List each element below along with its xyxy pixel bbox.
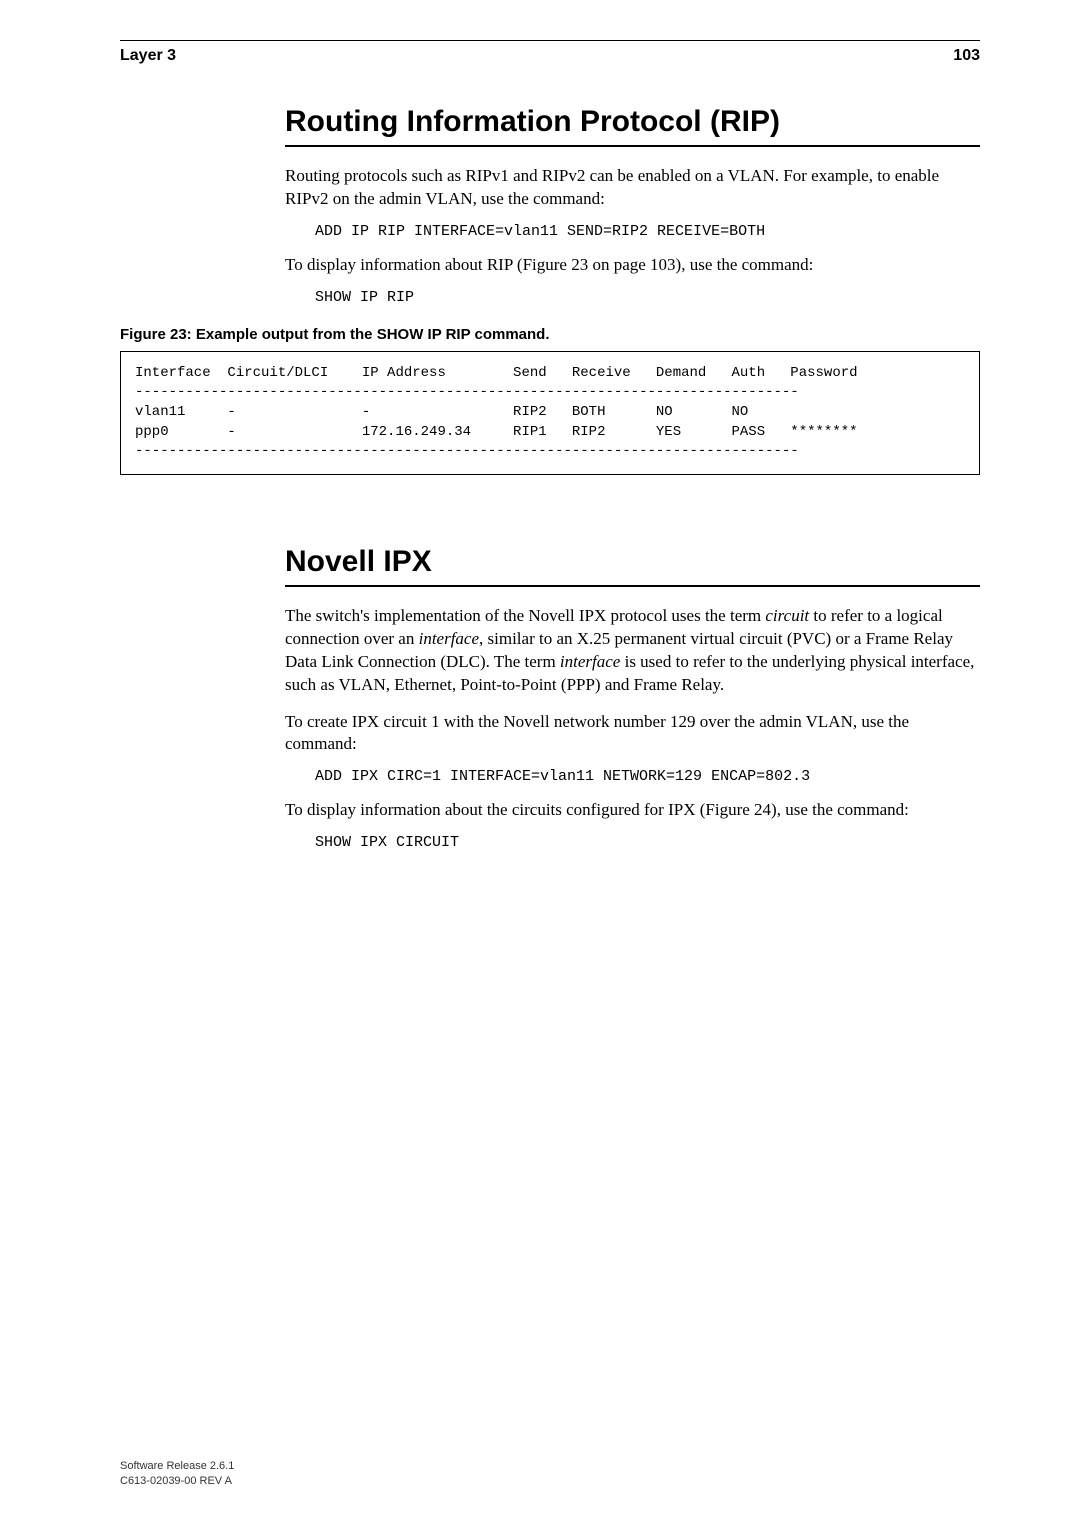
ipx-paragraph-1: The switch's implementation of the Novel… [285, 605, 980, 697]
italic-term: interface [560, 652, 620, 671]
header-left: Layer 3 [120, 47, 176, 65]
ipx-paragraph-3: To display information about the circuit… [285, 799, 980, 822]
rip-command-1: ADD IP RIP INTERFACE=vlan11 SEND=RIP2 RE… [315, 223, 980, 240]
ipx-title: Novell IPX [285, 545, 980, 587]
rip-command-2: SHOW IP RIP [315, 289, 980, 306]
ipx-paragraph-2: To create IPX circuit 1 with the Novell … [285, 711, 980, 757]
ipx-command-1: ADD IPX CIRC=1 INTERFACE=vlan11 NETWORK=… [315, 768, 980, 785]
page-header: Layer 3 103 [120, 47, 980, 65]
rip-title: Routing Information Protocol (RIP) [285, 105, 980, 147]
text-span: The switch's implementation of the Novel… [285, 606, 765, 625]
top-rule [120, 40, 980, 41]
rip-paragraph-1: Routing protocols such as RIPv1 and RIPv… [285, 165, 980, 211]
figure-23-caption: Figure 23: Example output from the SHOW … [120, 326, 980, 343]
header-right: 103 [953, 47, 980, 65]
footer-release: Software Release 2.6.1 [120, 1459, 234, 1473]
rip-paragraph-2: To display information about RIP (Figure… [285, 254, 980, 277]
page-footer: Software Release 2.6.1 C613-02039-00 REV… [120, 1459, 234, 1488]
figure-23-output: Interface Circuit/DLCI IP Address Send R… [120, 351, 980, 475]
italic-term: circuit [765, 606, 809, 625]
italic-term: interface [419, 629, 479, 648]
footer-docnum: C613-02039-00 REV A [120, 1474, 234, 1488]
main-content: Routing Information Protocol (RIP) Routi… [285, 105, 980, 851]
ipx-command-2: SHOW IPX CIRCUIT [315, 834, 980, 851]
